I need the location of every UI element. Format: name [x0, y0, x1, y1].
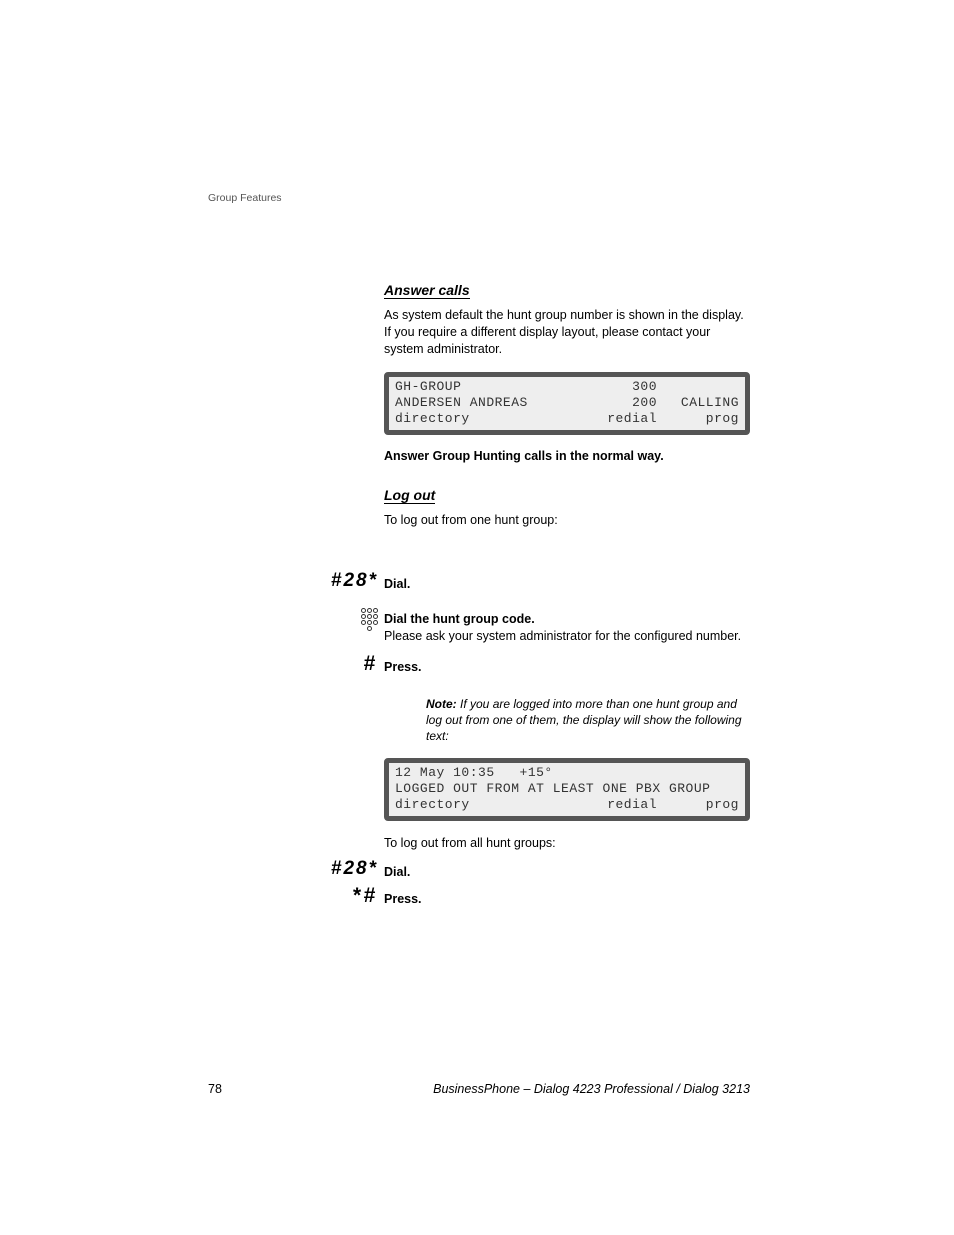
lcd-cell: 12 May 10:35 +15° [395, 765, 739, 781]
header-section-label: Group Features [208, 192, 282, 204]
step-right: Dial the hunt group code. Please ask you… [384, 612, 750, 645]
note-block: Note: If you are logged into more than o… [426, 696, 750, 745]
step-left: #28* [208, 570, 378, 592]
answer-calls-intro: As system default the hunt group number … [384, 307, 750, 358]
answer-normal-way: Answer Group Hunting calls in the normal… [384, 449, 750, 463]
lcd-row: GH-GROUP 300 [395, 379, 739, 395]
hash-key: # [363, 652, 378, 675]
dial-label: Dial. [384, 865, 410, 879]
logout-intro: To log out from one hunt group: [384, 512, 750, 529]
lcd-cell: prog [667, 411, 739, 427]
step-left: *# [208, 884, 378, 908]
step-left: # [208, 652, 378, 676]
step-left [208, 608, 378, 632]
press-label: Press. [384, 660, 422, 674]
page: Group Features Answer calls As system de… [0, 0, 954, 1235]
lcd-cell: ANDERSEN ANDREAS [395, 395, 528, 411]
logout-heading: Log out [384, 487, 435, 504]
star-hash-key: *# [352, 884, 378, 907]
keypad-icon [361, 608, 378, 632]
content-column: Answer calls As system default the hunt … [384, 282, 750, 539]
lcd-cell: redial [470, 411, 667, 427]
dial-label: Dial. [384, 577, 410, 591]
dial-code: #28* [331, 858, 378, 879]
lcd-cell: redial [470, 797, 667, 813]
lcd-row: directory redial prog [395, 411, 739, 427]
lcd-row: LOGGED OUT FROM AT LEAST ONE PBX GROUP [395, 781, 739, 797]
footer-title: BusinessPhone – Dialog 4223 Professional… [433, 1082, 750, 1096]
page-number: 78 [208, 1082, 222, 1096]
dial-code: #28* [331, 570, 378, 591]
lcd-cell: CALLING [667, 395, 739, 411]
dial-hunt-group-body: Please ask your system administrator for… [384, 628, 750, 645]
logout-all-intro: To log out from all hunt groups: [384, 835, 750, 852]
lcd-row: 12 May 10:35 +15° [395, 765, 739, 781]
lcd-cell [667, 379, 739, 395]
dial-hunt-group-head: Dial the hunt group code. [384, 612, 750, 626]
lcd-row: ANDERSEN ANDREAS 200 CALLING [395, 395, 739, 411]
press-label: Press. [384, 892, 422, 906]
lcd-cell: 300 [461, 379, 667, 395]
logout-section: Log out To log out from one hunt group: [384, 487, 750, 529]
step-right: Dial. [384, 863, 410, 881]
lcd-cell: 200 [528, 395, 667, 411]
lcd-cell: directory [395, 797, 470, 813]
lcd-row: directory redial prog [395, 797, 739, 813]
step-left: #28* [208, 858, 378, 880]
answer-calls-section: Answer calls As system default the hunt … [384, 282, 750, 463]
lcd-display-logout: 12 May 10:35 +15° LOGGED OUT FROM AT LEA… [384, 758, 750, 862]
note-container: Note: If you are logged into more than o… [384, 682, 750, 763]
lcd-cell: directory [395, 411, 470, 427]
lcd-cell: prog [667, 797, 739, 813]
step-right: Press. [384, 658, 422, 676]
lcd-display-answer: GH-GROUP 300 ANDERSEN ANDREAS 200 CALLIN… [384, 372, 750, 435]
lcd-box: 12 May 10:35 +15° LOGGED OUT FROM AT LEA… [384, 758, 750, 821]
note-text: If you are logged into more than one hun… [426, 697, 742, 743]
answer-calls-heading: Answer calls [384, 282, 470, 299]
lcd-cell: GH-GROUP [395, 379, 461, 395]
note-label: Note: [426, 697, 457, 711]
lcd-cell: LOGGED OUT FROM AT LEAST ONE PBX GROUP [395, 781, 739, 797]
step-right: Dial. [384, 575, 410, 593]
step-right: Press. [384, 890, 422, 908]
